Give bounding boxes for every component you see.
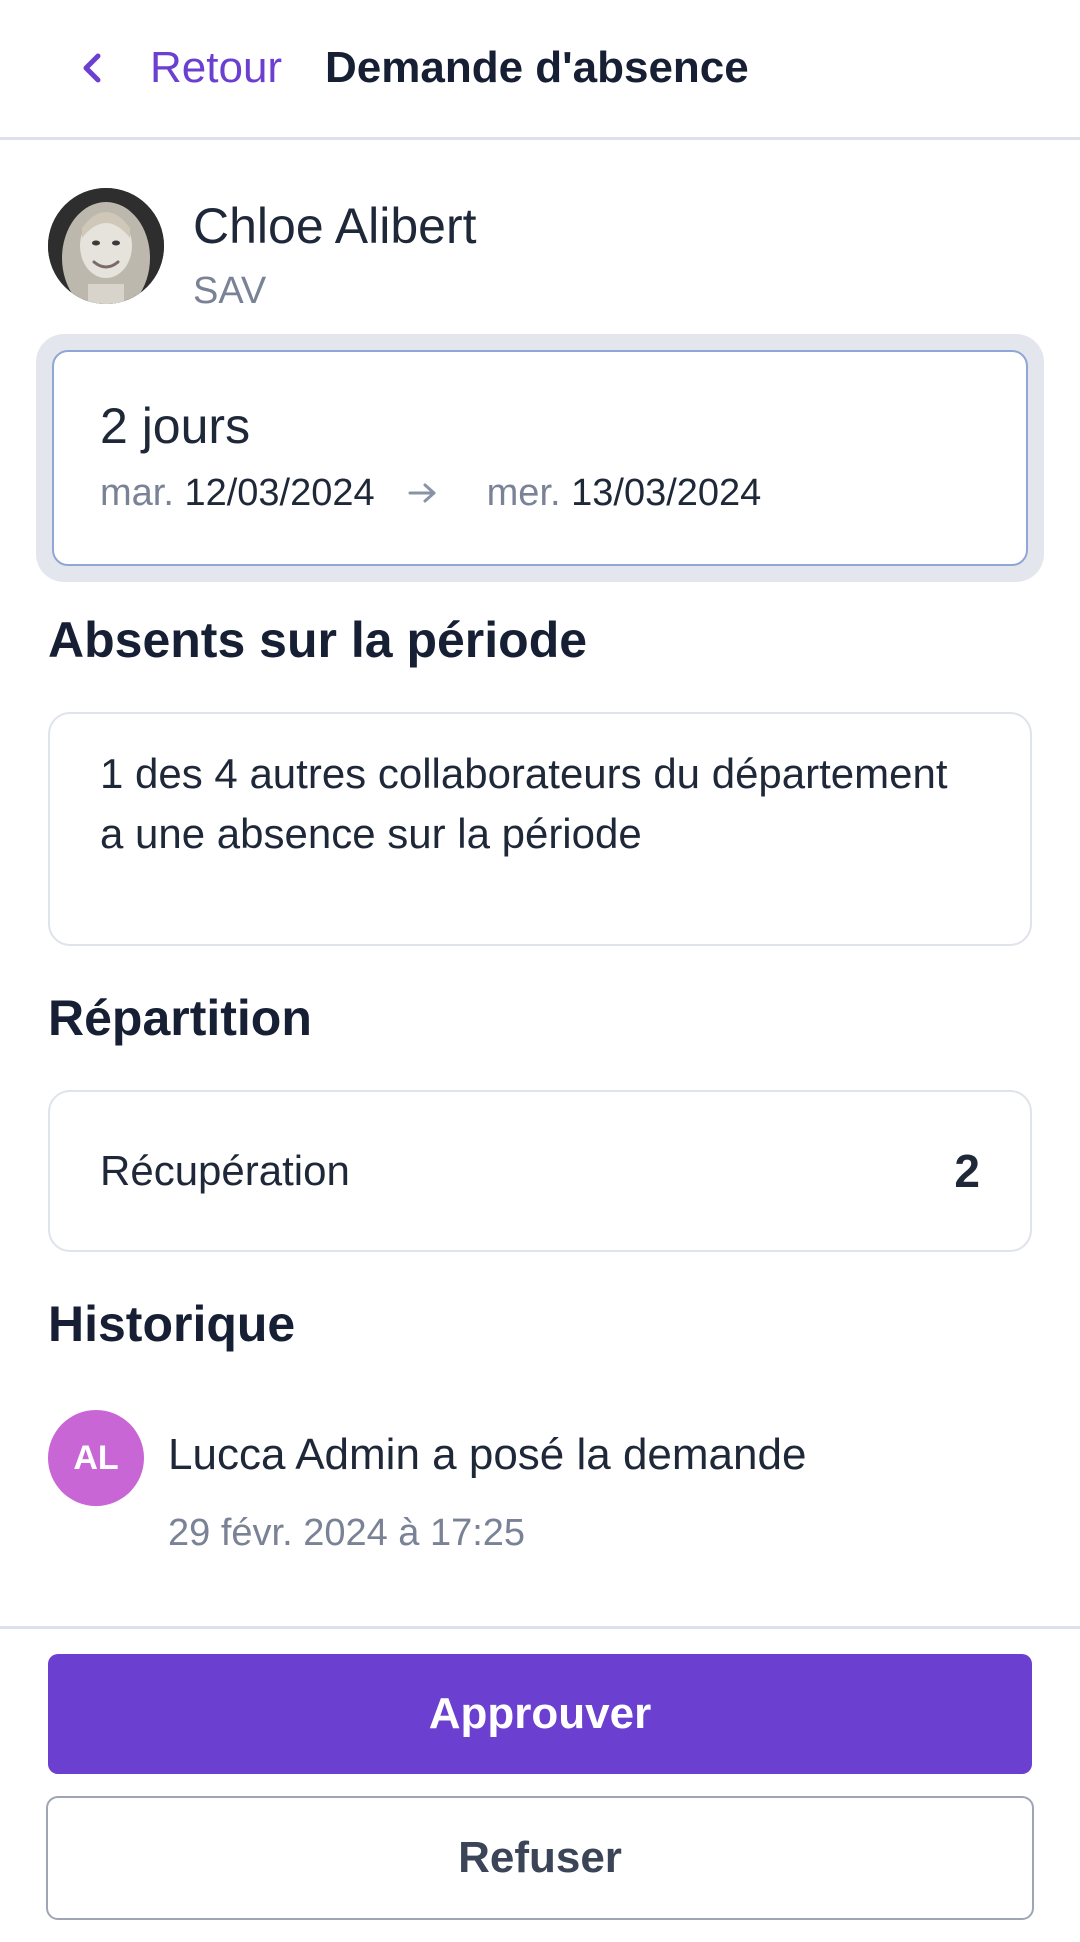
employee-header: Chloe Alibert SAV xyxy=(48,188,1032,312)
history-entry-date: 29 févr. 2024 à 17:25 xyxy=(168,1512,526,1554)
absents-section-title: Absents sur la période xyxy=(48,612,588,668)
period-card-focus-ring: 2 jours mar. 12/03/2024 mer. 13/03/2024 xyxy=(36,334,1044,582)
absents-card: 1 des 4 autres collaborateurs du départe… xyxy=(48,712,1032,946)
end-day: mer. xyxy=(486,472,561,514)
employee-department: SAV xyxy=(193,270,267,312)
repartition-value: 2 xyxy=(954,1145,980,1197)
repartition-row: Récupération 2 xyxy=(48,1090,1032,1252)
period-range: mar. 12/03/2024 mer. 13/03/2024 xyxy=(100,470,761,516)
employee-name: Chloe Alibert xyxy=(193,198,477,254)
avatar xyxy=(48,188,164,304)
history-avatar: AL xyxy=(48,1410,144,1506)
top-bar: Retour Demande d'absence xyxy=(0,0,1080,140)
repartition-label: Récupération xyxy=(100,1147,350,1194)
end-date: 13/03/2024 xyxy=(571,472,762,514)
repartition-section-title: Répartition xyxy=(48,990,312,1046)
approve-button[interactable]: Approuver xyxy=(48,1654,1032,1774)
page-title: Demande d'absence xyxy=(325,43,749,92)
period-card[interactable]: 2 jours mar. 12/03/2024 mer. 13/03/2024 xyxy=(52,350,1028,566)
back-label: Retour xyxy=(150,43,283,92)
start-date: 12/03/2024 xyxy=(184,472,375,514)
period-duration: 2 jours xyxy=(100,398,251,454)
refuse-button[interactable]: Refuser xyxy=(46,1796,1034,1920)
footer-divider xyxy=(0,1626,1080,1629)
arrow-right-icon xyxy=(408,483,436,503)
back-button[interactable]: Retour xyxy=(78,36,282,100)
chevron-left-icon xyxy=(83,53,101,83)
start-day: mar. xyxy=(100,472,174,514)
history-entry-text: Lucca Admin a posé la demande xyxy=(168,1430,807,1479)
historique-section-title: Historique xyxy=(48,1296,296,1352)
absents-description: 1 des 4 autres collaborateurs du départe… xyxy=(100,750,948,857)
